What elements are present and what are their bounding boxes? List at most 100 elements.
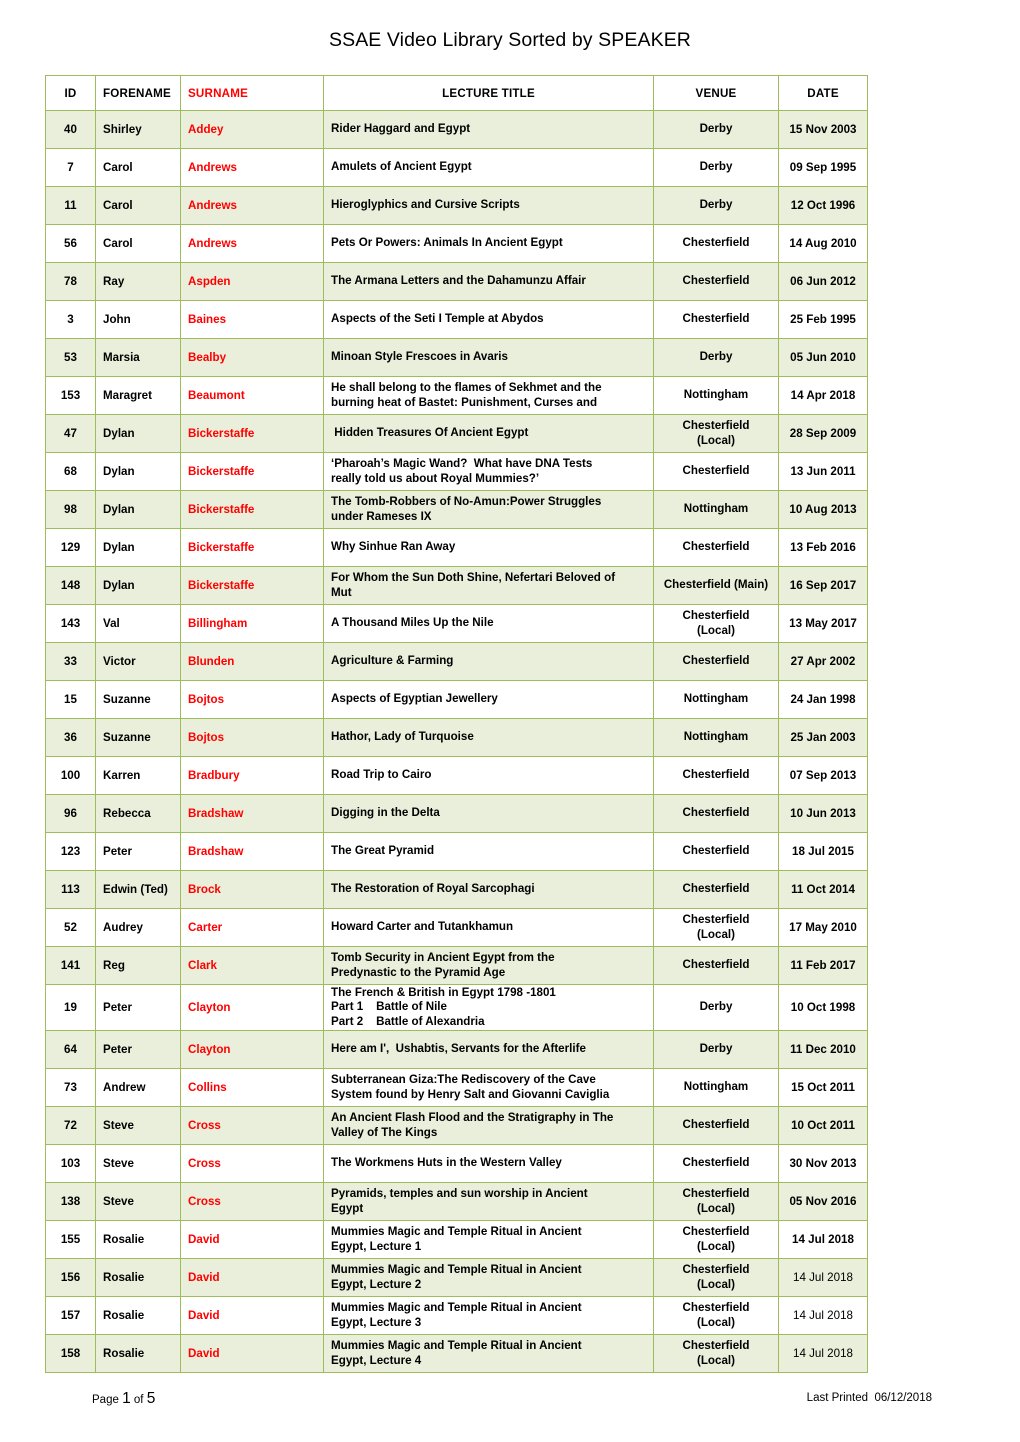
table-row: 96 Rebecca Bradshaw Digging in the Delta Che…: [45, 794, 868, 833]
table-row: 157 Rosalie David Mummies Magic and Temple …: [45, 1296, 868, 1335]
lecture-title-line: Part 1 Battle of Nile: [331, 1000, 447, 1014]
cell-venue: Chesterfield: [653, 1144, 779, 1183]
cell-id: 15: [45, 680, 96, 719]
cell-lecture-title: Mummies Magic and Temple Ritual in Ancie…: [323, 1296, 654, 1335]
cell-forename: Rebecca: [95, 794, 181, 833]
table-row: 113 Edwin (Ted) Brock The Restoration of Ro…: [45, 870, 868, 909]
cell-lecture-title: For Whom the Sun Doth Shine, Nefertari B…: [323, 566, 654, 605]
lecture-title-line: Egypt, Lecture 3: [331, 1315, 422, 1329]
table-row: 148 Dylan Bickerstaffe For Whom the Sun Dot…: [45, 566, 868, 605]
cell-surname: Bradshaw: [180, 794, 324, 833]
cell-surname: Bealby: [180, 338, 324, 377]
cell-id: 3: [45, 300, 96, 339]
cell-venue: Chesterfield (Local): [653, 1296, 779, 1335]
cell-forename: Dylan: [95, 528, 181, 567]
cell-lecture-title: Pyramids, temples and sun worship in Anc…: [323, 1182, 654, 1221]
venue-line: (Local): [696, 1239, 735, 1253]
cell-venue: Chesterfield: [653, 870, 779, 909]
video-library-table: ID FORENAME SURNAME LECTURE TITLE VENUE …: [45, 75, 868, 1373]
venue-line: Chesterfield: [682, 1118, 750, 1132]
table-row: 73 Andrew Collins Subterranean Giza:The Red…: [45, 1068, 868, 1107]
lecture-title-line: Aspects of the Seti I Temple at Abydos: [331, 312, 544, 326]
cell-lecture-title: Rider Haggard and Egypt: [323, 110, 654, 149]
cell-venue: Chesterfield (Local): [653, 1334, 779, 1373]
lecture-title-line: Hieroglyphics and Cursive Scripts: [331, 198, 520, 212]
table-row: 40 Shirley Addey Rider Haggard and Egypt Der…: [45, 110, 868, 149]
cell-surname: Carter: [180, 908, 324, 947]
cell-venue: Chesterfield: [653, 262, 779, 301]
last-printed-date: 06/12/2018: [874, 1392, 932, 1404]
cell-lecture-title: The Tomb-Robbers of No-Amun:Power Strugg…: [323, 490, 654, 529]
cell-lecture-title: Minoan Style Frescoes in Avaris: [323, 338, 654, 377]
lecture-title-line: Subterranean Giza:The Rediscovery of the…: [331, 1072, 596, 1086]
cell-date: 28 Sep 2009: [778, 414, 868, 453]
venue-line: (Local): [696, 433, 735, 447]
cell-venue: Nottingham: [653, 376, 779, 415]
venue-line: Chesterfield: [682, 1300, 750, 1314]
lecture-title-line: Egypt, Lecture 2: [331, 1277, 422, 1291]
lecture-title-line: The Restoration of Royal Sarcophagi: [331, 882, 535, 896]
cell-forename: Audrey: [95, 908, 181, 947]
cell-lecture-title: Road Trip to Cairo: [323, 756, 654, 795]
cell-lecture-title: Why Sinhue Ran Away: [323, 528, 654, 567]
table-row: 155 Rosalie David Mummies Magic and Temple …: [45, 1220, 868, 1259]
table-row: 138 Steve Cross Pyramids, temples and sun w…: [45, 1182, 868, 1221]
cell-id: 141: [45, 946, 96, 985]
footer-page-number: 1: [122, 1390, 131, 1407]
venue-line: Chesterfield: [682, 312, 750, 326]
table-row: 36 Suzanne Bojtos Hathor, Lady of Turquoise…: [45, 718, 868, 757]
venue-line: Derby: [699, 350, 733, 364]
table-row: 56 Carol Andrews Pets Or Powers: Animals In…: [45, 224, 868, 263]
cell-date: 05 Jun 2010: [778, 338, 868, 377]
table-row: 78 Ray Aspden The Armana Letters and the Da…: [45, 262, 868, 301]
table-row: 156 Rosalie David Mummies Magic and Temple …: [45, 1258, 868, 1297]
venue-line: Chesterfield: [682, 806, 750, 820]
lecture-title-line: Valley of The Kings: [331, 1125, 438, 1139]
lecture-title-line: The Workmens Huts in the Western Valley: [331, 1156, 562, 1170]
cell-venue: Derby: [653, 110, 779, 149]
venue-line: Derby: [699, 122, 733, 136]
lecture-title-line: Hathor, Lady of Turquoise: [331, 730, 474, 744]
lecture-title-line: Mummies Magic and Temple Ritual in Ancie…: [331, 1262, 582, 1276]
venue-line: (Local): [696, 927, 735, 941]
venue-line: Derby: [699, 160, 733, 174]
cell-lecture-title: Mummies Magic and Temple Ritual in Ancie…: [323, 1334, 654, 1373]
cell-lecture-title: The Armana Letters and the Dahamunzu Aff…: [323, 262, 654, 301]
column-header-lecture-title: LECTURE TITLE: [323, 75, 654, 111]
cell-id: 96: [45, 794, 96, 833]
table-row: 11 Carol Andrews Hieroglyphics and Cursive …: [45, 186, 868, 225]
cell-id: 72: [45, 1106, 96, 1145]
cell-forename: Carol: [95, 186, 181, 225]
cell-venue: Chesterfield: [653, 452, 779, 491]
cell-forename: Rosalie: [95, 1220, 181, 1259]
cell-surname: Baines: [180, 300, 324, 339]
cell-date: 17 May 2010: [778, 908, 868, 947]
venue-line: Chesterfield: [682, 882, 750, 896]
table-row: 158 Rosalie David Mummies Magic and Temple …: [45, 1334, 868, 1373]
cell-surname: Bickerstaffe: [180, 528, 324, 567]
cell-id: 129: [45, 528, 96, 567]
last-printed-label: Last Printed 06/12/2018: [807, 1392, 932, 1404]
cell-id: 33: [45, 642, 96, 681]
cell-surname: Brock: [180, 870, 324, 909]
cell-forename: Dylan: [95, 566, 181, 605]
lecture-title-line: Rider Haggard and Egypt: [331, 122, 471, 136]
video-library-table-container: ID FORENAME SURNAME LECTURE TITLE VENUE …: [45, 75, 868, 1373]
lecture-title-line: The Tomb-Robbers of No-Amun:Power Strugg…: [331, 494, 602, 508]
lecture-title-line: Egypt, Lecture 1: [331, 1239, 422, 1253]
cell-date: 10 Aug 2013: [778, 490, 868, 529]
cell-lecture-title: Hieroglyphics and Cursive Scripts: [323, 186, 654, 225]
lecture-title-line: really told us about Royal Mummies?’: [331, 471, 540, 485]
cell-date: 14 Jul 2018: [778, 1220, 868, 1259]
cell-venue: Derby: [653, 338, 779, 377]
cell-forename: Peter: [95, 1030, 181, 1069]
cell-date: 14 Apr 2018: [778, 376, 868, 415]
cell-id: 19: [45, 984, 96, 1031]
cell-id: 78: [45, 262, 96, 301]
cell-date: 18 Jul 2015: [778, 832, 868, 871]
cell-id: 56: [45, 224, 96, 263]
cell-date: 10 Oct 1998: [778, 984, 868, 1031]
cell-forename: Peter: [95, 984, 181, 1031]
venue-line: Chesterfield: [682, 1156, 750, 1170]
cell-forename: Karren: [95, 756, 181, 795]
